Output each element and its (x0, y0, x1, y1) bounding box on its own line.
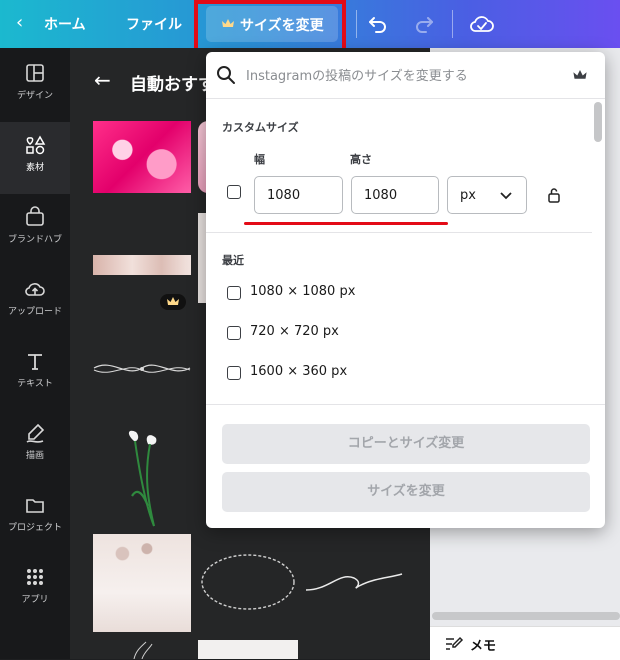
custom-size-label: カスタムサイズ (222, 121, 299, 134)
left-rail: デザイン 素材 ブランドハブ アップロード テキスト 描画 プロジェクト アプリ (0, 48, 70, 659)
panel-title: 自動おすす (130, 75, 215, 95)
height-label: 高さ (350, 153, 372, 166)
element-thumbnail-floral-wreath[interactable] (198, 544, 298, 620)
cloud-upload-icon (25, 283, 45, 296)
recent-size-item[interactable]: 720 × 720 px (250, 324, 339, 339)
resize-popup: カスタムサイズ 幅 高さ 1080 1080 px 最近 1080 × 1080… (206, 52, 605, 528)
rail-label: アプリ (21, 595, 49, 605)
rail-item-text[interactable]: テキスト (0, 338, 70, 410)
rail-item-design[interactable]: デザイン (0, 50, 70, 122)
rail-label: ブランドハブ (7, 235, 62, 245)
undo-icon[interactable] (367, 13, 389, 35)
highlight-box-resize (194, 0, 346, 52)
footer-divider (206, 404, 605, 405)
recent-label: 最近 (222, 254, 244, 267)
rail-label: アップロード (7, 307, 62, 317)
rail-label: デザイン (16, 91, 53, 101)
rail-label: 描画 (25, 451, 44, 461)
recent-size-item[interactable]: 1600 × 360 px (250, 364, 347, 379)
lock-aspect-icon[interactable] (547, 187, 561, 203)
top-bar: ‹ ホーム ファイル サイズを変更 (0, 0, 620, 52)
highlight-underline (244, 222, 448, 225)
cloud-saved-icon[interactable] (469, 13, 495, 35)
height-value: 1080 (364, 188, 398, 203)
notes-pen-icon (446, 636, 464, 650)
popup-scrollbar[interactable] (594, 102, 602, 142)
element-thumbnail-ornament-divider[interactable] (92, 356, 192, 380)
topbar-divider-2 (452, 10, 453, 38)
size-search-input[interactable] (244, 64, 568, 88)
element-thumbnail-swirl-line[interactable] (304, 568, 404, 598)
horizontal-scrollbar[interactable] (432, 612, 620, 620)
search-icon (217, 66, 235, 84)
folder-icon (26, 499, 44, 513)
rail-label: テキスト (17, 379, 53, 389)
element-thumbnail-hand-sketch[interactable] (124, 640, 164, 659)
element-thumbnail-calla-lily[interactable] (114, 426, 174, 536)
element-thumbnail-pink-marble[interactable] (93, 121, 191, 193)
topbar-divider (356, 10, 357, 38)
brand-bag-icon (26, 206, 44, 226)
unit-value: px (460, 188, 476, 203)
pen-draw-icon (26, 423, 45, 443)
unit-select[interactable]: px (447, 176, 527, 214)
recent-checkbox[interactable] (227, 286, 241, 300)
chevron-down-icon (500, 192, 512, 200)
rail-item-apps[interactable]: アプリ (0, 554, 70, 626)
rail-label: プロジェクト (7, 523, 62, 533)
copy-and-resize-button[interactable]: コピーとサイズ変更 (222, 424, 590, 464)
shapes-icon (26, 135, 46, 155)
file-menu-button[interactable]: ファイル (126, 14, 182, 34)
rail-item-draw[interactable]: 描画 (0, 410, 70, 482)
rail-item-elements[interactable]: 素材 (0, 122, 70, 194)
custom-size-checkbox[interactable] (227, 185, 241, 199)
rail-label: 素材 (25, 163, 44, 173)
recent-checkbox[interactable] (227, 326, 241, 340)
width-label: 幅 (254, 153, 265, 166)
element-thumbnail-watercolor-stripe[interactable] (93, 255, 191, 275)
back-chevron-icon[interactable]: ‹ (16, 12, 23, 33)
recent-size-item[interactable]: 1080 × 1080 px (250, 284, 355, 299)
crown-icon (167, 297, 179, 305)
rail-item-uploads[interactable]: アップロード (0, 266, 70, 338)
element-thumbnail-partial-bottom[interactable] (198, 640, 298, 659)
width-value: 1080 (267, 188, 301, 203)
back-arrow-icon[interactable]: ← (94, 68, 111, 92)
apps-grid-icon (27, 569, 43, 585)
size-search-row (206, 52, 605, 99)
rail-item-projects[interactable]: プロジェクト (0, 482, 70, 554)
crown-icon (573, 70, 587, 79)
home-button[interactable]: ホーム (44, 14, 86, 34)
recent-checkbox[interactable] (227, 366, 241, 380)
element-thumbnail-blossom-paper[interactable] (93, 534, 191, 632)
notes-label: メモ (470, 639, 497, 654)
text-t-icon (28, 354, 42, 370)
section-divider (206, 232, 592, 233)
height-input[interactable]: 1080 (351, 176, 439, 214)
resize-confirm-button[interactable]: サイズを変更 (222, 472, 590, 512)
rail-item-brand-hub[interactable]: ブランドハブ (0, 194, 70, 266)
redo-icon[interactable] (413, 13, 435, 35)
notes-button[interactable]: メモ (430, 626, 620, 660)
width-input[interactable]: 1080 (254, 176, 343, 214)
layout-icon (26, 64, 44, 82)
premium-crown-badge (160, 294, 186, 310)
